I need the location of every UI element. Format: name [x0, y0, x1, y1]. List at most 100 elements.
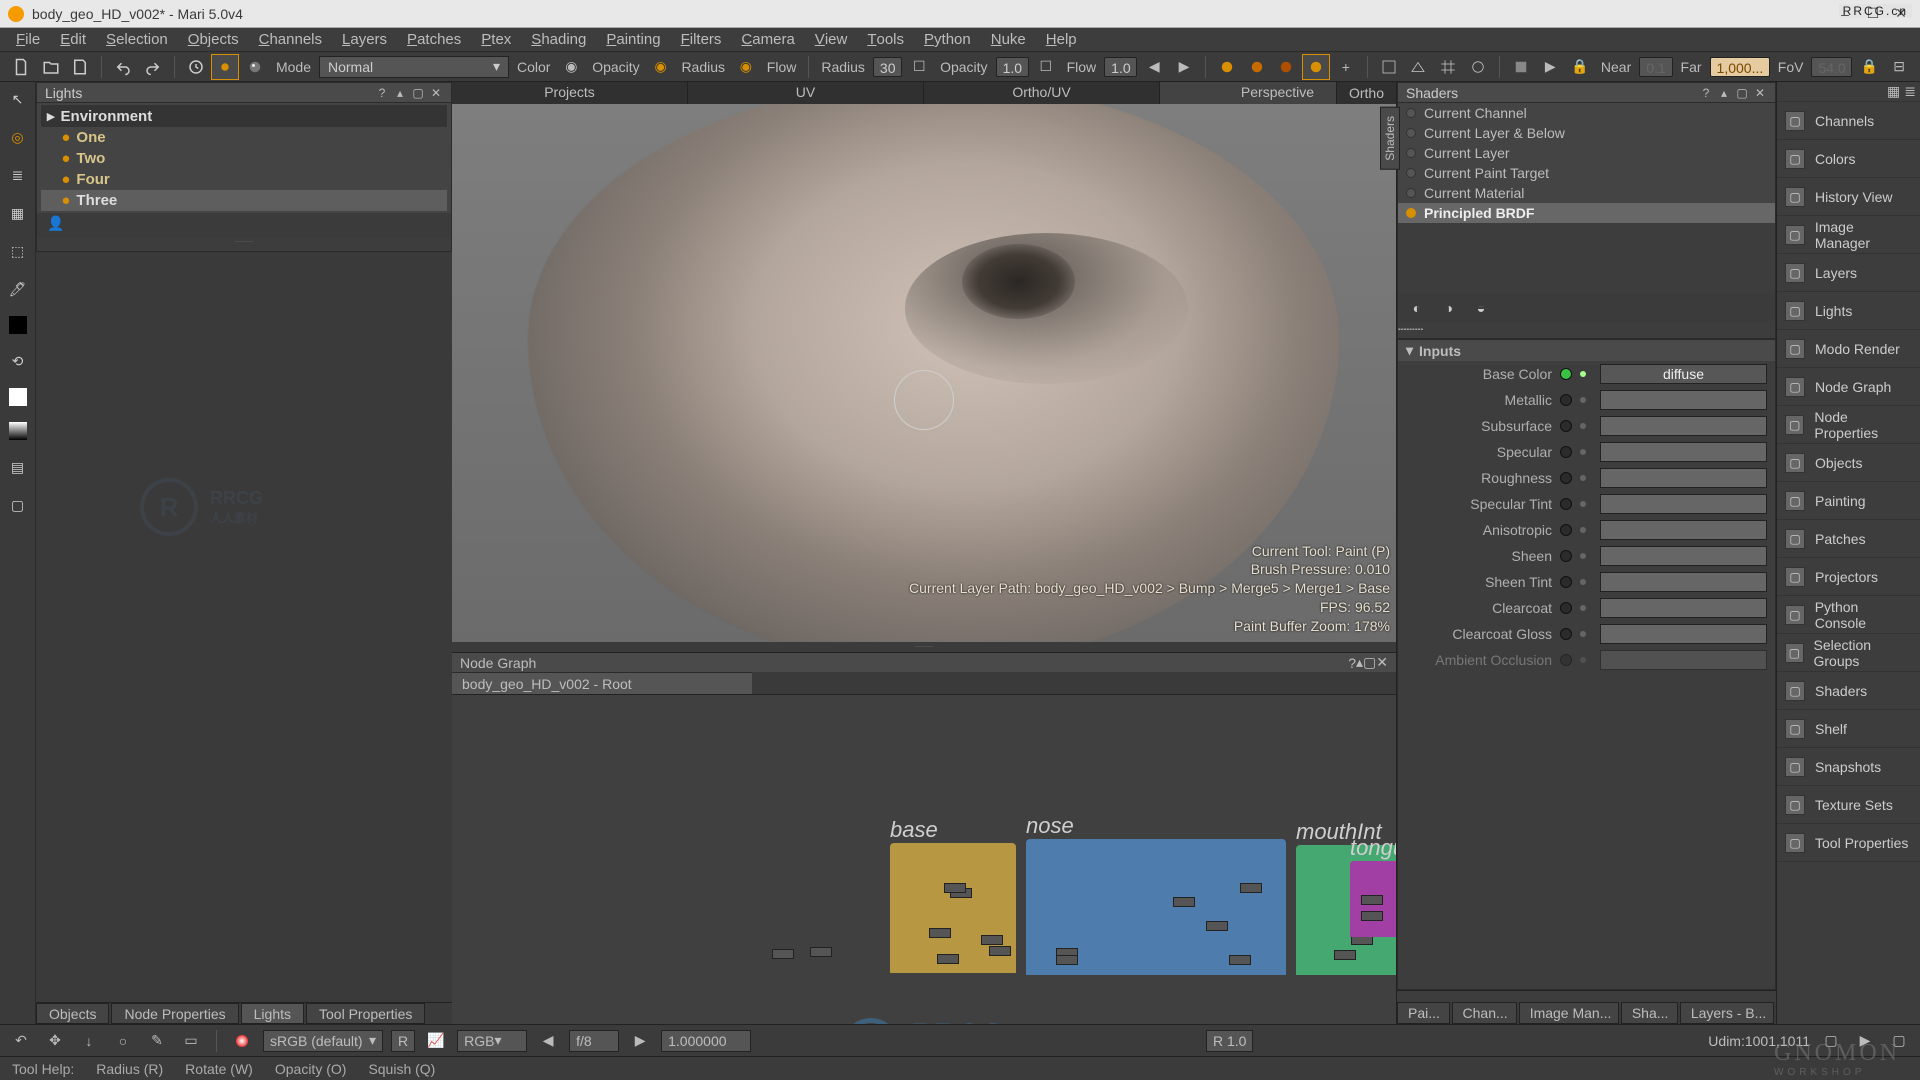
- undo-icon[interactable]: [110, 55, 136, 79]
- rgb-dropdown[interactable]: RGB ▾: [457, 1030, 527, 1052]
- side-panel-node-properties[interactable]: ▢Node Properties: [1777, 406, 1920, 444]
- graph-node[interactable]: [1361, 895, 1383, 905]
- menu-nuke[interactable]: Nuke: [981, 28, 1036, 51]
- input-toggle[interactable]: [1560, 394, 1572, 406]
- prop-tab-tool-properties[interactable]: Tool Properties: [306, 1003, 425, 1024]
- graph-node[interactable]: [989, 946, 1011, 956]
- right-tab[interactable]: Layers - B...: [1680, 1002, 1774, 1024]
- graph-node[interactable]: [1229, 955, 1251, 965]
- input-slot[interactable]: [1600, 546, 1767, 566]
- side-panel-channels[interactable]: ▢Channels: [1777, 102, 1920, 140]
- opacity-check[interactable]: ☐: [906, 55, 932, 79]
- light-item[interactable]: ● Three: [41, 190, 447, 211]
- layer-tool-icon[interactable]: ≣: [7, 164, 29, 186]
- frame-tool-icon[interactable]: ▢: [7, 494, 29, 516]
- input-dot[interactable]: [1580, 579, 1586, 585]
- input-dot[interactable]: [1580, 631, 1586, 637]
- shader-b-icon[interactable]: ◑: [1438, 297, 1460, 319]
- right-tab[interactable]: Chan...: [1452, 1002, 1517, 1024]
- side-panel-shelf[interactable]: ▢Shelf: [1777, 710, 1920, 748]
- panel-min-icon[interactable]: ▴: [393, 86, 407, 100]
- sb-next-icon[interactable]: ▶: [627, 1029, 653, 1053]
- prop-tab-objects[interactable]: Objects: [36, 1003, 109, 1024]
- far-input[interactable]: 1,000...: [1710, 57, 1770, 77]
- ng-pin-icon[interactable]: ?: [1348, 655, 1356, 671]
- mini-node[interactable]: [772, 949, 794, 959]
- marquee-tool-icon[interactable]: ⬚: [7, 240, 29, 262]
- sphere-preview-icon[interactable]: [242, 55, 268, 79]
- bg-swatch[interactable]: [9, 388, 27, 406]
- r-box[interactable]: R: [391, 1030, 415, 1052]
- menu-shading[interactable]: Shading: [521, 28, 596, 51]
- side-panel-projectors[interactable]: ▢Projectors: [1777, 558, 1920, 596]
- input-dot[interactable]: [1580, 605, 1586, 611]
- input-dot[interactable]: [1580, 527, 1586, 533]
- swap-icon[interactable]: ⟲: [7, 350, 29, 372]
- sb-prev-icon[interactable]: ◀: [535, 1029, 561, 1053]
- shaders-side-tab[interactable]: Shaders: [1380, 107, 1400, 170]
- graph-node[interactable]: [1334, 950, 1356, 960]
- perspective-icon[interactable]: [1405, 55, 1431, 79]
- light-item[interactable]: ● One: [41, 127, 447, 148]
- panel-close-icon[interactable]: ✕: [429, 86, 443, 100]
- side-panel-patches[interactable]: ▢Patches: [1777, 520, 1920, 558]
- fov-icon[interactable]: [1465, 55, 1491, 79]
- side-panel-snapshots[interactable]: ▢Snapshots: [1777, 748, 1920, 786]
- flow-input[interactable]: 1.0: [1104, 57, 1137, 77]
- shader-item[interactable]: Current Channel: [1398, 103, 1775, 123]
- side-panel-painting[interactable]: ▢Painting: [1777, 482, 1920, 520]
- input-toggle[interactable]: [1560, 576, 1572, 588]
- wire-icon[interactable]: [1376, 55, 1402, 79]
- gain-box[interactable]: 1.000000: [661, 1030, 751, 1052]
- side-panel-objects[interactable]: ▢Objects: [1777, 444, 1920, 482]
- menu-channels[interactable]: Channels: [249, 28, 332, 51]
- fg-swatch[interactable]: [9, 316, 27, 334]
- history-icon[interactable]: [183, 55, 209, 79]
- collapse-icon[interactable]: ⊟: [1886, 55, 1912, 79]
- side-panel-tool-properties[interactable]: ▢Tool Properties: [1777, 824, 1920, 862]
- render-icon[interactable]: [1508, 55, 1534, 79]
- ng-close-icon[interactable]: ✕: [1376, 654, 1388, 671]
- menu-objects[interactable]: Objects: [178, 28, 249, 51]
- input-slot[interactable]: [1600, 468, 1767, 488]
- shader-c-icon[interactable]: ◒: [1470, 297, 1492, 319]
- graph-node[interactable]: [981, 935, 1003, 945]
- sb-rect-icon[interactable]: ▭: [178, 1029, 204, 1053]
- input-slot[interactable]: [1600, 520, 1767, 540]
- grid-icon[interactable]: [1435, 55, 1461, 79]
- sh-pin-icon[interactable]: ?: [1699, 86, 1713, 100]
- input-toggle[interactable]: [1560, 420, 1572, 432]
- sb-brush-icon[interactable]: ✎: [144, 1029, 170, 1053]
- input-toggle[interactable]: [1560, 602, 1572, 614]
- side-panel-selection-groups[interactable]: ▢Selection Groups: [1777, 634, 1920, 672]
- open-icon[interactable]: [38, 55, 64, 79]
- nodegraph-group[interactable]: tongue: [1350, 861, 1396, 937]
- menu-ptex[interactable]: Ptex: [471, 28, 521, 51]
- nodegraph-group[interactable]: base: [890, 843, 1016, 973]
- nodegraph-group[interactable]: nose: [1026, 839, 1286, 975]
- sphere-d-icon[interactable]: [1303, 55, 1329, 79]
- radius-input[interactable]: 30: [873, 57, 902, 77]
- plus-icon[interactable]: +: [1333, 55, 1359, 79]
- fstop-box[interactable]: f/8: [569, 1030, 619, 1052]
- lock2-icon[interactable]: 🔒: [1856, 55, 1882, 79]
- panel-max-icon[interactable]: ▢: [411, 86, 425, 100]
- sphere-c-icon[interactable]: [1273, 55, 1299, 79]
- play-next-icon[interactable]: ▶: [1171, 55, 1197, 79]
- graph-node[interactable]: [1361, 911, 1383, 921]
- play-prev-icon[interactable]: ◀: [1141, 55, 1167, 79]
- input-slot[interactable]: [1600, 572, 1767, 592]
- menu-filters[interactable]: Filters: [671, 28, 732, 51]
- graph-node[interactable]: [1173, 897, 1195, 907]
- input-toggle[interactable]: [1560, 498, 1572, 510]
- input-dot[interactable]: [1580, 449, 1586, 455]
- shader-item[interactable]: Current Material: [1398, 183, 1775, 203]
- sb-move-icon[interactable]: ✥: [42, 1029, 68, 1053]
- ng-max-icon[interactable]: ▢: [1363, 654, 1376, 671]
- light-item[interactable]: ▸ Environment: [41, 105, 447, 127]
- new-icon[interactable]: [8, 55, 34, 79]
- side-panel-modo-render[interactable]: ▢Modo Render: [1777, 330, 1920, 368]
- lighting-toggle-icon[interactable]: [212, 55, 238, 79]
- right-tab[interactable]: Pai...: [1397, 1002, 1450, 1024]
- sb-gamma-icon[interactable]: 📈: [423, 1029, 449, 1053]
